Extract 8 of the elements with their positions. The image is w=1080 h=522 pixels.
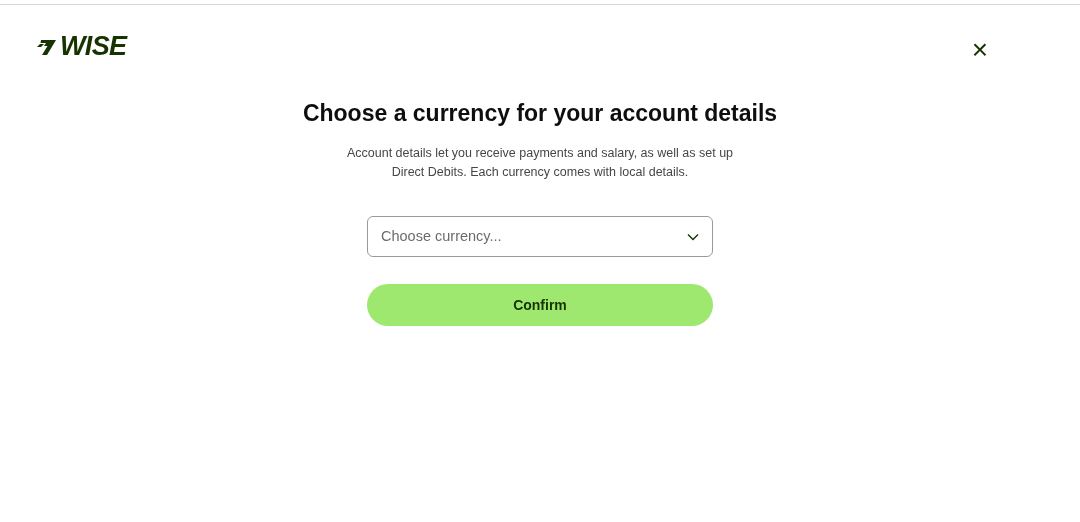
currency-select[interactable]: Choose currency... xyxy=(367,216,713,257)
logo-wordmark: WISE xyxy=(60,33,127,60)
description-text: Account details let you receive payments and salary, as well as set up Direct Debits. Each currency comes with local details. xyxy=(345,145,735,181)
confirm-button[interactable]: Confirm xyxy=(367,284,713,326)
chevron-down-icon xyxy=(687,232,699,241)
close-button[interactable]: × xyxy=(971,36,988,64)
flag-icon xyxy=(37,39,57,56)
page-title: Choose a currency for your account details xyxy=(302,102,778,125)
